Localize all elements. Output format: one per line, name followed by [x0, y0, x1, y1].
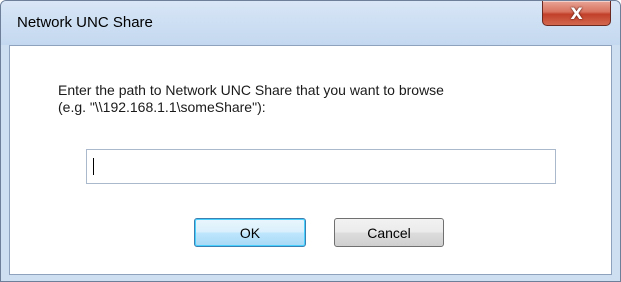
prompt-line-2: (e.g. "\\192.168.1.1\someShare"): — [58, 99, 266, 115]
dialog-content: Enter the path to Network UNC Share that… — [9, 45, 612, 275]
prompt-text: Enter the path to Network UNC Share that… — [58, 82, 578, 116]
prompt-line-1: Enter the path to Network UNC Share that… — [58, 82, 444, 98]
ok-button[interactable]: OK — [194, 218, 306, 247]
title-bar[interactable]: Network UNC Share X — [1, 1, 620, 45]
ok-button-label: OK — [239, 224, 261, 241]
cancel-button-label: Cancel — [367, 224, 411, 241]
cancel-button[interactable]: Cancel — [334, 218, 444, 247]
dialog-window: Network UNC Share X Enter the path to Ne… — [0, 0, 621, 282]
unc-path-input[interactable] — [86, 149, 556, 184]
close-icon: X — [570, 3, 583, 23]
window-title: Network UNC Share — [17, 14, 153, 31]
close-button[interactable]: X — [542, 1, 611, 26]
text-caret — [93, 158, 94, 175]
